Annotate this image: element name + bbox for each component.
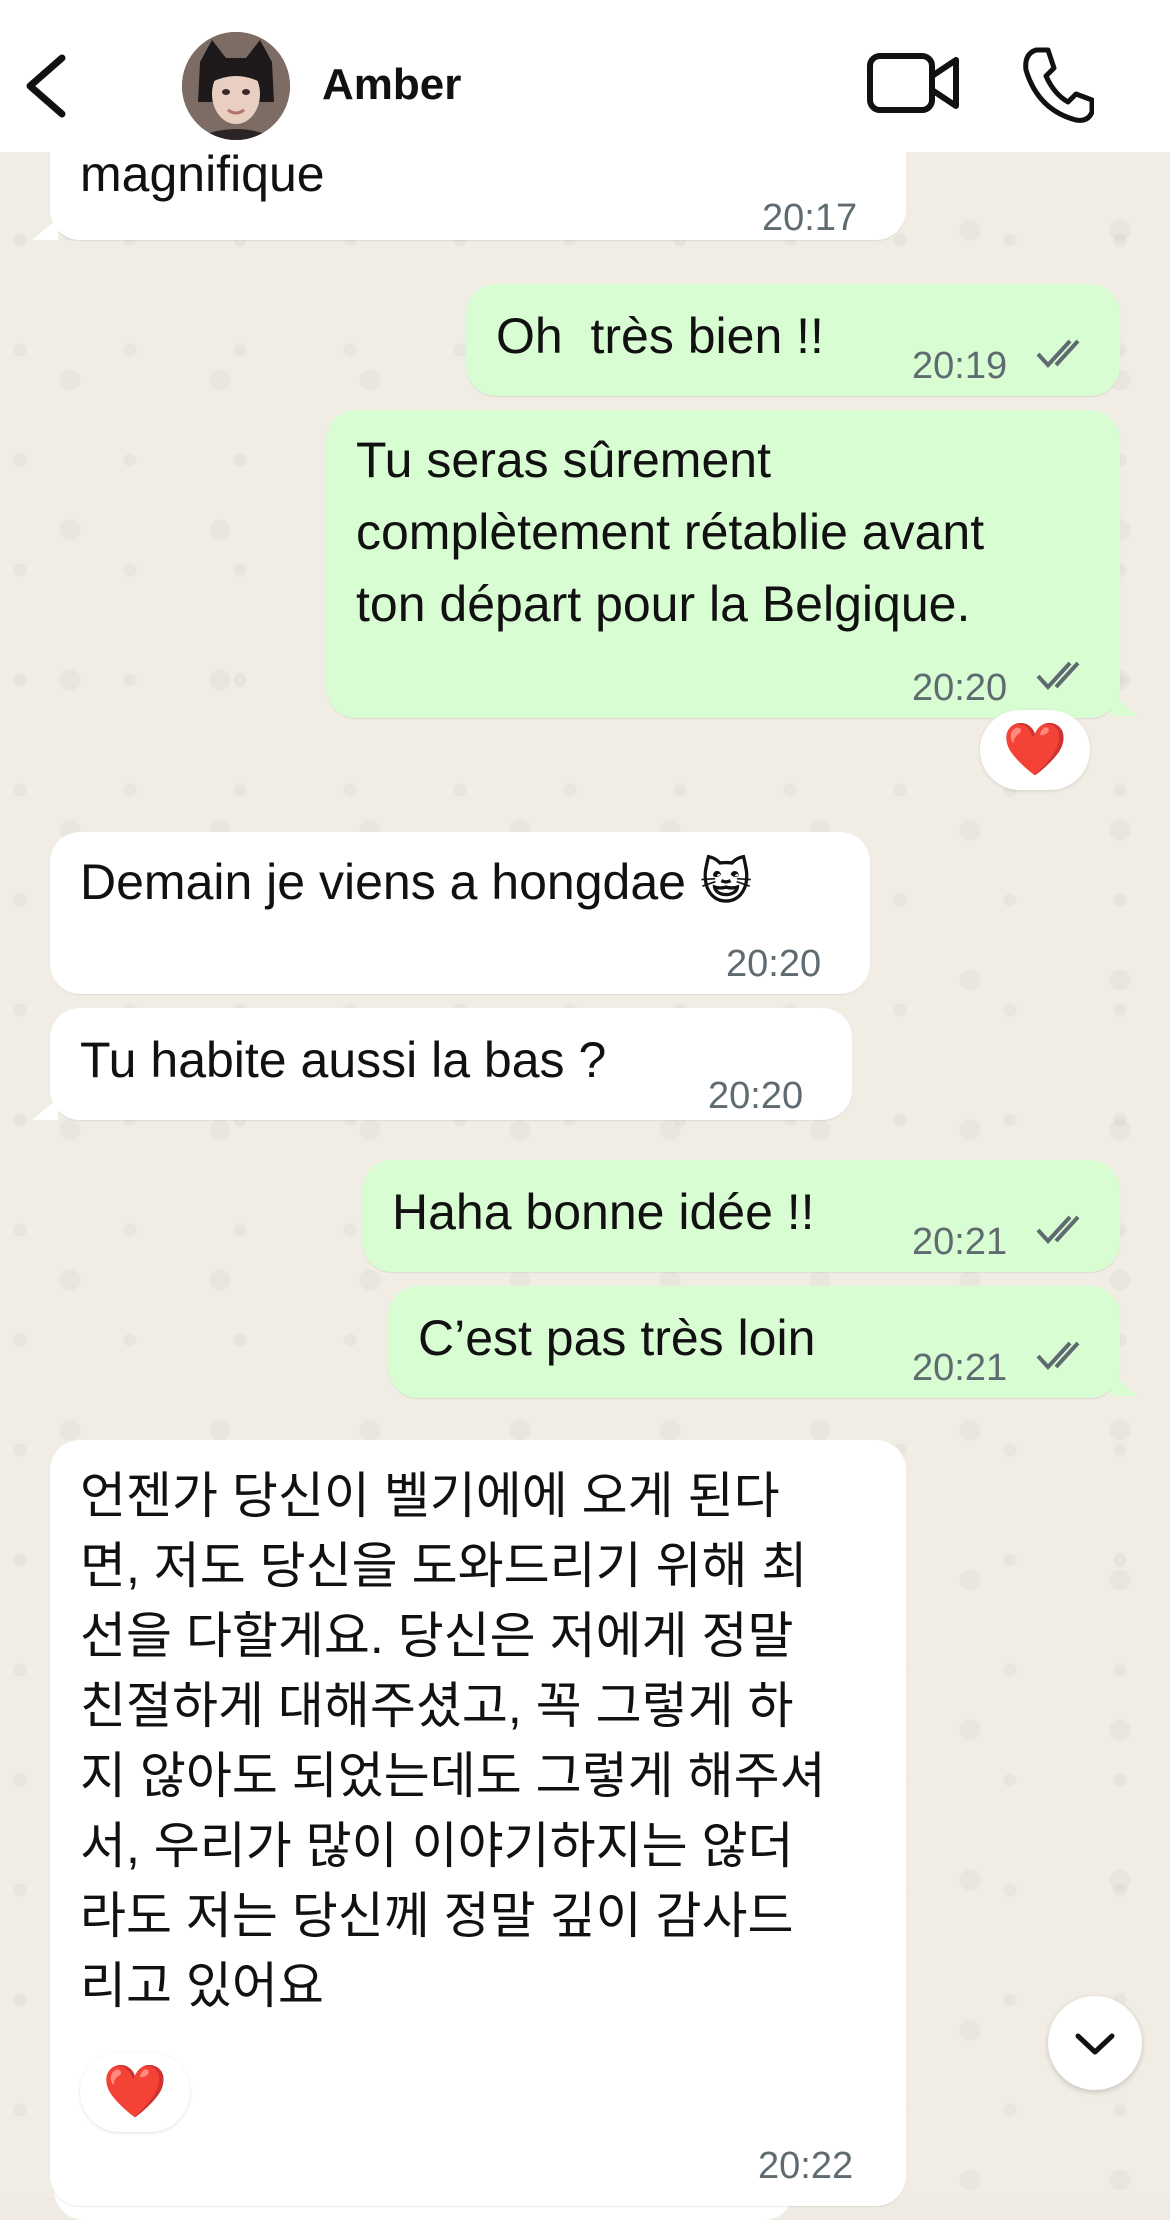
chat-header: Amber [0,0,1170,152]
message-text: Oh très bien !! [496,308,824,364]
read-receipt-icon [1036,339,1080,368]
message-bubble-outgoing[interactable]: Oh très bien !! 20:19 [466,284,1120,396]
chevron-left-icon [26,54,66,118]
contact-avatar[interactable] [182,32,290,140]
message-text: C’est pas très loin [418,1310,816,1366]
message-bubble-incoming[interactable]: Demain je viens a hongdae 😺 20:20 [50,832,870,994]
avatar-photo [182,32,290,140]
message-bubble-incoming[interactable]: Tu habite aussi la bas ? 20:20 [50,1008,852,1120]
message-reaction[interactable]: ❤️ [80,2052,190,2132]
message-bubble-outgoing[interactable]: C’est pas très loin 20:21 [388,1286,1120,1398]
message-text-line: complètement rétablie avant [356,504,985,560]
message-time: 20:21 [912,1347,1008,1389]
message-time: 20:20 [708,1075,804,1117]
message-text-line: 서, 우리가 많이 이야기하지는 않더 [80,1818,794,1874]
message-text-line: 친절하게 대해주셨고, 꼭 그렇게 하 [80,1678,794,1734]
message-text: Haha bonne idée !! [392,1184,815,1240]
message-time: 20:20 [912,667,1008,709]
message-bubble-outgoing[interactable]: Haha bonne idée !! 20:21 [362,1160,1120,1272]
message-reaction[interactable]: ❤️ [980,710,1090,790]
message-text-line: 리고 있어요 [80,1958,324,2014]
message-time: 20:20 [726,943,822,985]
bubble-tail [1112,1374,1138,1396]
message-text-line: 지 않아도 되었는데도 그렇게 해주셔 [80,1748,826,1804]
back-button[interactable] [18,50,78,120]
read-receipt-icon [1036,661,1080,690]
contact-name[interactable]: Amber [322,60,461,110]
message-time: 20:21 [912,1221,1008,1263]
message-text-line: Tu seras sûrement [356,432,771,488]
message-text-line: 언젠가 당신이 벨기에에 오게 된다 [80,1468,780,1524]
phone-icon [1023,47,1095,123]
message-text-line: 선을 다할게요. 당신은 저에게 정말 [80,1608,794,1664]
bubble-tail [1112,694,1138,716]
message-text-line: 라도 저는 당신께 정말 깊이 감사드 [80,1888,794,1944]
video-call-button[interactable] [866,48,962,118]
voice-call-button[interactable] [1018,44,1095,124]
read-receipt-icon [1036,1215,1080,1244]
message-time: 20:19 [912,345,1008,387]
message-time: 20:17 [762,197,858,239]
message-text-line: 면, 저도 당신을 도와드리기 위해 최 [80,1538,808,1594]
bubble-tail [32,218,58,240]
message-text-line: ton départ pour la Belgique. [356,576,971,632]
message-time: 20:22 [758,2145,854,2187]
message-bubble-outgoing[interactable]: Tu seras sûrement complètement rétablie … [326,410,1120,718]
message-list[interactable]: magnifique 20:17 Oh très bien !! 20:19 T… [0,112,1170,2206]
video-camera-icon [867,53,959,113]
bubble-tail [32,1098,58,1120]
message-text: Tu habite aussi la bas ? [80,1032,607,1088]
message-text: Demain je viens a hongdae 😺 [80,854,752,910]
read-receipt-icon [1036,1341,1080,1370]
